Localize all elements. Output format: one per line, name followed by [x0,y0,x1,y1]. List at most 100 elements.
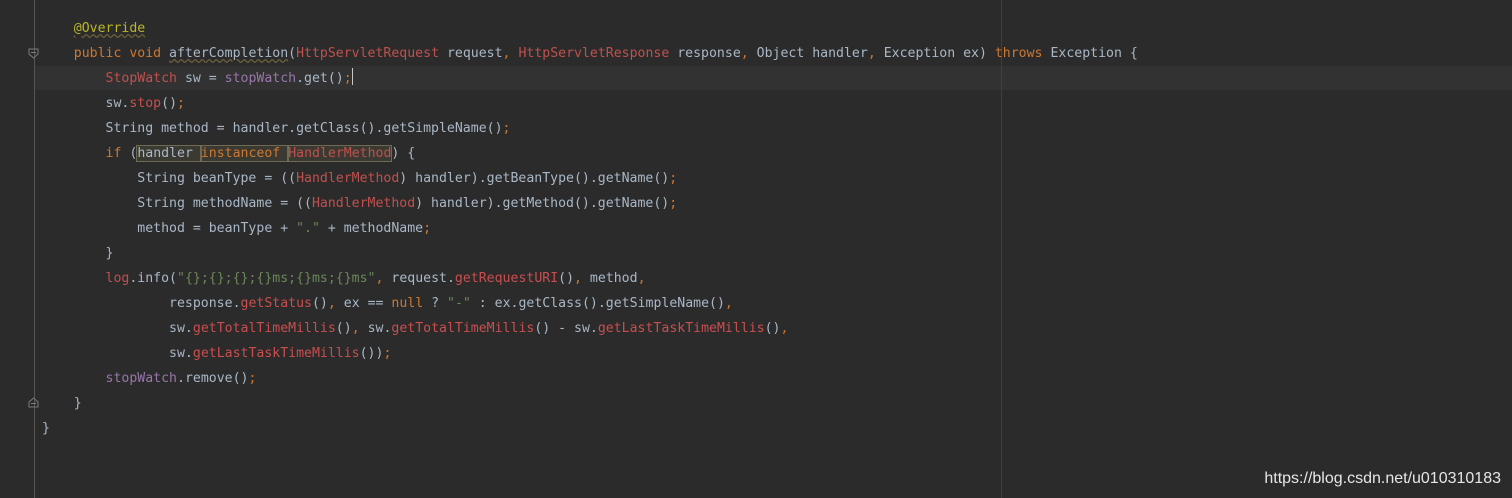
code-token: instanceof [199,145,290,162]
code-line[interactable]: public void afterCompletion(HttpServletR… [42,41,1138,66]
fold-end-icon[interactable] [28,397,39,408]
code-token: ; [383,346,392,361]
code-token: ) { [391,146,416,161]
code-line[interactable]: log.info("{};{};{};{}ms;{}ms;{}ms", requ… [42,266,1138,291]
code-token: stop [129,96,162,111]
code-token: () [161,96,178,111]
code-token: throws [994,46,1051,61]
code-token: ; [177,96,185,111]
code-token: () [764,321,781,336]
code-token: getRequestURI [454,271,559,286]
code-token: public void [73,46,170,61]
code-line[interactable]: String methodName = ((HandlerMethod) han… [42,191,1138,216]
code-token: , [351,321,368,336]
code-line[interactable]: sw.stop(); [42,91,1138,116]
code-token: () [558,271,575,286]
code-token: } [42,421,50,436]
code-token: sw. [169,346,193,361]
code-token: "." [296,221,320,236]
gutter-separator [34,0,35,498]
code-line[interactable]: stopWatch.remove(); [42,366,1138,391]
code-line[interactable]: StopWatch sw = stopWatch.get(); [42,66,1138,91]
code-token: ) handler).getBeanType().getName() [399,171,670,186]
fold-collapse-icon[interactable] [28,48,39,59]
code-token: sw. [169,321,193,336]
code-token: , [502,46,519,61]
code-token: , [637,271,646,286]
code-token: ) handler).getMethod().getName() [415,196,670,211]
code-line[interactable]: sw.getTotalTimeMillis(), sw.getTotalTime… [42,316,1138,341]
code-token: HandlerMethod [296,171,400,186]
code-token: stopWatch [105,371,177,386]
code-token: + methodName [319,221,424,236]
code-token: getTotalTimeMillis [192,321,336,336]
code-token: () [311,296,328,311]
code-line[interactable]: sw.getLastTaskTimeMillis()); [42,341,1138,366]
code-token: Object handler [756,46,868,61]
code-token: response. [169,296,241,311]
code-token: , [740,46,757,61]
code-token: ( [288,46,297,61]
code-token: afterCompletion [169,46,289,61]
code-line[interactable]: } [42,416,1138,441]
code-token: if [105,146,130,161]
code-line[interactable]: } [42,391,1138,416]
code-token: ; [423,221,432,236]
code-line[interactable]: String beanType = ((HandlerMethod) handl… [42,166,1138,191]
code-token: .remove() [177,371,249,386]
code-token: Exception { [1050,46,1138,61]
text-caret [351,68,353,85]
code-token: : ex.getClass().getSimpleName() [470,296,725,311]
code-token: getLastTaskTimeMillis [597,321,765,336]
code-token: "{};{};{};{}ms;{}ms;{}ms" [177,271,376,286]
code-line[interactable]: response.getStatus(), ex == null ? "-" :… [42,291,1138,316]
code-line[interactable]: @Override [42,16,1138,41]
code-token: , [780,321,789,336]
code-text[interactable]: @Override public void afterCompletion(Ht… [42,16,1138,441]
code-token: handler [136,145,202,162]
code-token: HandlerMethod [311,196,416,211]
code-token: () - sw. [534,321,598,336]
code-token: request [439,46,503,61]
code-line[interactable]: String method = handler.getClass().getSi… [42,116,1138,141]
code-token: String methodName = (( [137,196,312,211]
code-token: HandlerMethod [287,145,393,162]
code-token: getStatus [240,296,312,311]
code-token: method = beanType + [137,221,297,236]
code-token: sw = [177,71,225,86]
code-token: StopWatch [105,71,177,86]
code-token: , [327,296,344,311]
code-token: } [73,396,82,411]
code-token: ; [502,121,511,136]
code-line[interactable]: method = beanType + "." + methodName; [42,216,1138,241]
code-token: , [724,296,733,311]
code-line[interactable]: } [42,241,1138,266]
code-editor[interactable]: @Override public void afterCompletion(Ht… [0,0,1512,498]
code-token: ? [431,296,447,311]
code-token: request. [391,271,455,286]
code-line[interactable]: if (handler instanceof HandlerMethod) { [42,141,1138,166]
code-token: } [105,246,114,261]
code-token: null [391,296,432,311]
code-token: method [589,271,638,286]
code-token: HttpServletRequest [296,46,440,61]
code-token: String beanType = (( [137,171,297,186]
code-token: sw. [105,96,130,111]
code-token: , [867,46,884,61]
code-token: @Override [73,21,146,36]
code-token: "-" [447,296,471,311]
code-token: log [105,271,130,286]
